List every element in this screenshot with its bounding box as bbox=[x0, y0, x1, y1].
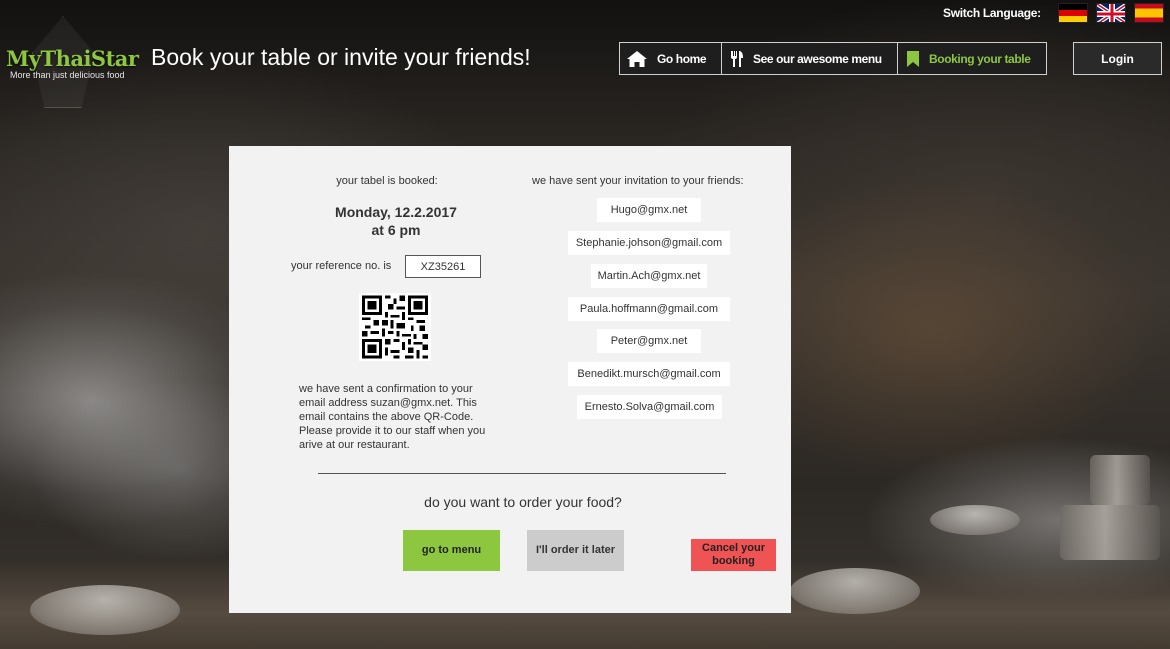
invited-email: Benedikt.mursch@gmail.com bbox=[568, 362, 730, 386]
invited-email: Hugo@gmx.net bbox=[597, 198, 701, 222]
nav-go-home-label: Go home bbox=[657, 51, 707, 66]
home-icon bbox=[626, 50, 648, 68]
invited-email: Paula.hoffmann@gmail.com bbox=[568, 297, 730, 321]
invited-email: Stephanie.johson@gmail.com bbox=[568, 231, 730, 255]
booking-datetime: Monday, 12.2.2017 at 6 pm bbox=[229, 203, 563, 239]
booked-label: your tabel is booked: bbox=[336, 175, 438, 187]
booking-time: at 6 pm bbox=[371, 222, 421, 238]
invited-email: Peter@gmx.net bbox=[597, 329, 701, 353]
order-question: do you want to order your food? bbox=[424, 494, 622, 510]
cancel-booking-button[interactable]: Cancel your booking bbox=[691, 539, 776, 571]
logo[interactable]: MyThaiStar More than just delicious food bbox=[6, 16, 146, 108]
logo-tagline: More than just delicious food bbox=[10, 70, 125, 80]
invited-email: Ernesto.Solva@gmail.com bbox=[577, 395, 722, 419]
confirmation-text: we have sent a confirmation to your emai… bbox=[299, 383, 486, 451]
german-flag-icon[interactable] bbox=[1058, 3, 1088, 23]
qr-code-icon bbox=[359, 293, 431, 361]
background-bowl bbox=[930, 505, 1020, 535]
nav-booking-label: Booking your table bbox=[929, 51, 1031, 66]
background-pot bbox=[1060, 505, 1160, 560]
reference-number: XZ35261 bbox=[405, 255, 481, 278]
spanish-flag-icon[interactable] bbox=[1134, 3, 1164, 23]
background-pot bbox=[1090, 455, 1150, 505]
background-bowl bbox=[30, 585, 180, 635]
bookmark-icon bbox=[906, 50, 920, 68]
nav-see-menu[interactable]: See our awesome menu bbox=[722, 43, 898, 74]
go-to-menu-button[interactable]: go to menu bbox=[403, 530, 500, 571]
booking-confirmation-card: your tabel is booked: Monday, 12.2.2017 … bbox=[229, 146, 791, 613]
invited-email: Martin.Ach@gmx.net bbox=[591, 264, 707, 288]
english-flag-icon[interactable] bbox=[1096, 3, 1126, 23]
uk-flag-graphic bbox=[1097, 4, 1125, 22]
page-title: Book your table or invite your friends! bbox=[151, 44, 531, 70]
reference-label: your reference no. is bbox=[291, 260, 392, 272]
invitation-label: we have sent your invitation to your fri… bbox=[532, 175, 744, 187]
login-button[interactable]: Login bbox=[1073, 42, 1162, 75]
fork-knife-icon bbox=[730, 50, 744, 68]
switch-language-label: Switch Language: bbox=[943, 6, 1041, 20]
order-later-button[interactable]: I'll order it later bbox=[527, 530, 624, 571]
logo-name: MyThaiStar bbox=[6, 46, 139, 71]
main-navigation: Go home See our awesome menu Booking you… bbox=[619, 42, 1047, 75]
nav-go-home[interactable]: Go home bbox=[620, 43, 722, 74]
booking-date: Monday, 12.2.2017 bbox=[335, 204, 457, 220]
nav-booking[interactable]: Booking your table bbox=[898, 43, 1046, 74]
background-bowl bbox=[790, 568, 920, 614]
nav-see-menu-label: See our awesome menu bbox=[753, 51, 882, 66]
divider bbox=[318, 473, 726, 474]
